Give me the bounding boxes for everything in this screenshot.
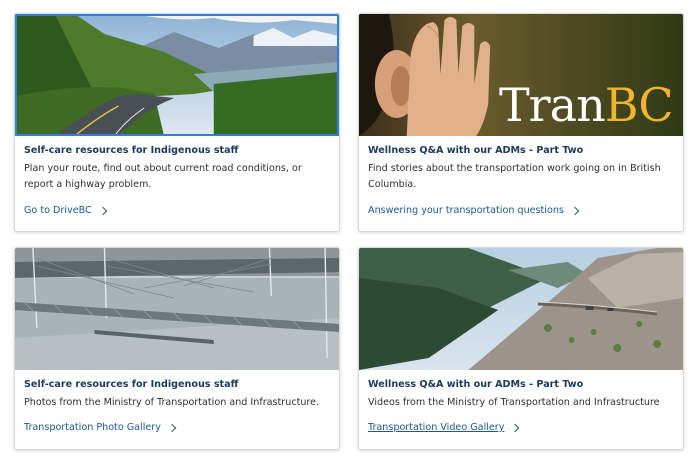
transportation-questions-link[interactable]: Answering your transportation questions (368, 204, 580, 218)
tranbc-logo: TranBC (499, 78, 674, 132)
photo-gallery-link[interactable]: Transportation Photo Gallery (24, 421, 177, 435)
link-label: Go to DriveBC (24, 205, 92, 216)
card-description: Photos from the Ministry of Transportati… (24, 397, 320, 408)
drivebc-link[interactable]: Go to DriveBC (24, 204, 107, 218)
video-gallery-link[interactable]: Transportation Video Gallery (368, 421, 520, 435)
card-title: Wellness Q&A with our ADMs - Part Two (368, 379, 584, 390)
chevron-right-icon (167, 423, 177, 433)
link-label: Transportation Photo Gallery (24, 422, 161, 433)
mountain-highway-image[interactable] (15, 14, 339, 136)
card-title: Wellness Q&A with our ADMs - Part Two (368, 145, 584, 156)
card-grid: Self-care resources for Indigenous staff… (0, 0, 698, 463)
card-drivebc[interactable]: Self-care resources for Indigenous staff… (14, 13, 340, 232)
chevron-right-icon (570, 206, 580, 216)
canyon-highway-image[interactable] (359, 248, 683, 370)
chevron-right-icon (98, 206, 107, 216)
card-video-gallery[interactable]: Wellness Q&A with our ADMs - Part Two Vi… (358, 247, 684, 450)
bridge-construction-image[interactable] (15, 248, 339, 370)
card-description: Find stories about the transportation wo… (368, 163, 661, 190)
link-label: Answering your transportation questions (368, 205, 564, 216)
chevron-right-icon (511, 423, 520, 433)
card-title: Self-care resources for Indigenous staff (24, 145, 239, 156)
card-description: Plan your route, find out about current … (24, 163, 302, 190)
card-photo-gallery[interactable]: Self-care resources for Indigenous staff… (14, 247, 340, 450)
tranbc-ear-image[interactable]: TranBC (359, 14, 683, 136)
card-title: Self-care resources for Indigenous staff (24, 379, 239, 390)
link-label: Transportation Video Gallery (368, 422, 505, 433)
card-description: Videos from the Ministry of Transportati… (368, 397, 660, 408)
card-tranbc[interactable]: TranBC Wellness Q&A with our ADMs - Part… (358, 13, 684, 232)
